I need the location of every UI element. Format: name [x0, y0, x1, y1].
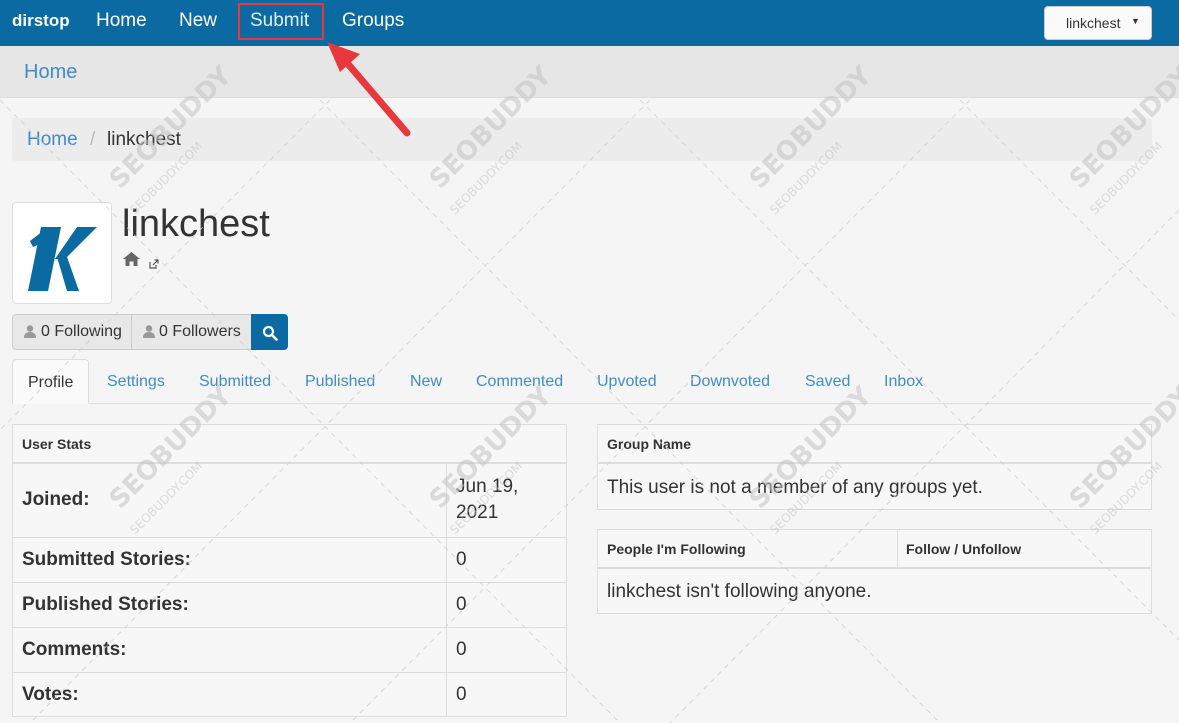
- nav-new-link[interactable]: New: [179, 10, 217, 32]
- tab-profile-label: Profile: [28, 374, 74, 391]
- user-stats-header: User Stats: [13, 425, 566, 464]
- page-subheader: Home: [0, 46, 1179, 98]
- breadcrumb-current: linkchest: [107, 129, 181, 150]
- nav-groups-link[interactable]: Groups: [342, 10, 404, 32]
- stat-value: 0: [456, 549, 467, 570]
- subheader-home-link[interactable]: Home: [24, 61, 77, 84]
- breadcrumb: Home / linkchest: [12, 118, 1152, 161]
- stat-value: Jun 19, 2021: [456, 476, 519, 523]
- stat-label: Published Stories:: [22, 594, 189, 615]
- tab-new[interactable]: New: [410, 373, 442, 391]
- tab-upvoted[interactable]: Upvoted: [597, 373, 657, 391]
- following-table: People I'm Following Follow / Unfollow l…: [597, 529, 1152, 614]
- user-menu-label: linkchest: [1066, 15, 1121, 31]
- following-empty-message: linkchest isn't following anyone.: [607, 581, 872, 602]
- groups-table: Group Name This user is not a member of …: [597, 424, 1152, 510]
- breadcrumb-home-link[interactable]: Home: [27, 129, 78, 151]
- following-col-people: People I'm Following: [607, 541, 746, 557]
- nav-home-link[interactable]: Home: [96, 10, 147, 32]
- groups-empty-message: This user is not a member of any groups …: [607, 477, 983, 498]
- table-row: Comments: 0: [13, 628, 566, 673]
- user-menu-button[interactable]: linkchest ▼: [1044, 6, 1152, 40]
- profile-name: linkchest: [122, 203, 270, 245]
- user-stats-table: User Stats Joined: Jun 19, 2021 Submitte…: [12, 424, 567, 717]
- avatar: [12, 202, 112, 304]
- table-row: Joined: Jun 19, 2021: [13, 464, 566, 538]
- table-row: Published Stories: 0: [13, 583, 566, 628]
- profile-tabs: Profile Settings Submitted Published New…: [12, 359, 1152, 404]
- user-icon: [24, 325, 36, 338]
- followers-button[interactable]: 0 Followers: [131, 314, 263, 350]
- stat-label: Joined:: [22, 489, 90, 510]
- stat-label: Submitted Stories:: [22, 549, 191, 570]
- stat-value: 0: [456, 594, 467, 615]
- user-stats-heading: User Stats: [22, 436, 92, 452]
- following-header: People I'm Following Follow / Unfollow: [598, 530, 1151, 569]
- table-row: Submitted Stories: 0: [13, 538, 566, 583]
- table-row: Votes: 0: [13, 673, 566, 717]
- tab-downvoted[interactable]: Downvoted: [690, 373, 770, 391]
- top-navbar: dirstop Home New Submit Groups linkchest…: [0, 0, 1179, 46]
- tab-published[interactable]: Published: [305, 373, 375, 391]
- external-link-icon[interactable]: [149, 256, 159, 274]
- tab-submitted[interactable]: Submitted: [199, 373, 271, 391]
- following-count: 0 Following: [41, 323, 122, 340]
- stat-value: 0: [456, 684, 467, 705]
- submit-highlight-box: [238, 3, 324, 40]
- groups-header: Group Name: [598, 425, 1151, 464]
- breadcrumb-separator: /: [90, 129, 96, 150]
- stat-label: Votes:: [22, 684, 79, 705]
- following-button[interactable]: 0 Following: [12, 314, 132, 350]
- tab-profile[interactable]: Profile: [12, 359, 89, 404]
- tab-commented[interactable]: Commented: [476, 373, 563, 391]
- followers-count: 0 Followers: [159, 323, 241, 340]
- caret-down-icon: ▼: [1131, 16, 1140, 26]
- home-icon[interactable]: [123, 252, 140, 271]
- groups-heading: Group Name: [607, 436, 692, 452]
- search-icon: [262, 325, 278, 341]
- tab-saved[interactable]: Saved: [805, 373, 850, 391]
- following-col-action: Follow / Unfollow: [906, 541, 1022, 557]
- search-button[interactable]: [251, 314, 288, 350]
- user-icon: [143, 325, 155, 338]
- stat-value: 0: [456, 639, 467, 660]
- brand-logo[interactable]: dirstop: [12, 11, 70, 31]
- k-logo-icon: [28, 227, 97, 291]
- stat-label: Comments:: [22, 639, 127, 660]
- tab-settings[interactable]: Settings: [107, 373, 165, 391]
- tab-inbox[interactable]: Inbox: [884, 373, 923, 391]
